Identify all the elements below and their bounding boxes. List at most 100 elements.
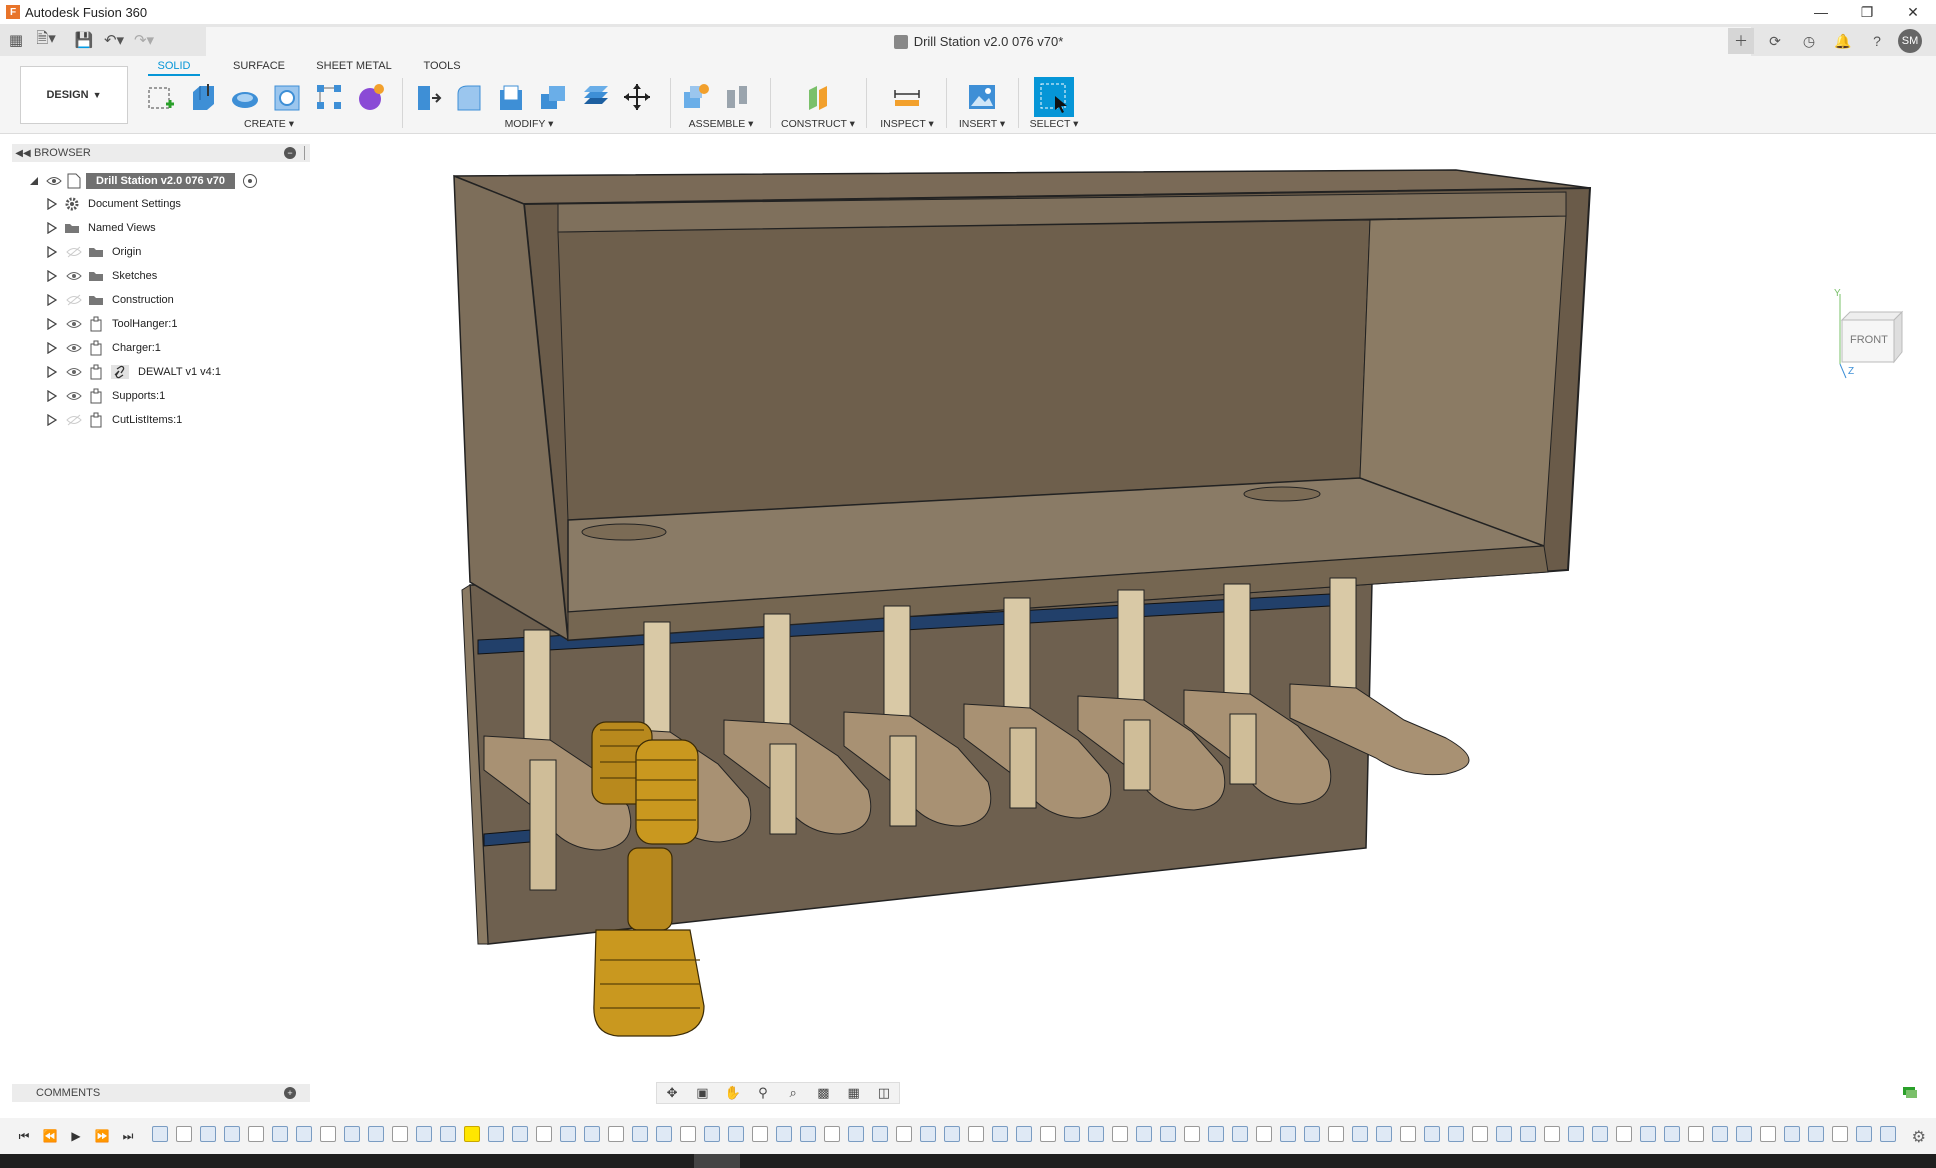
timeline-feature[interactable] (1784, 1126, 1800, 1142)
timeline-feature[interactable] (656, 1126, 672, 1142)
comments-panel-header[interactable]: COMMENTS + (12, 1084, 310, 1102)
timeline-feature[interactable] (392, 1126, 408, 1142)
timeline-feature[interactable] (512, 1126, 528, 1142)
browser-root-row[interactable]: Drill Station v2.0 076 v70 (28, 170, 298, 192)
timeline-feature[interactable] (368, 1126, 384, 1142)
timeline-feature[interactable] (800, 1126, 816, 1142)
extrude-icon[interactable] (186, 80, 220, 114)
timeline-feature[interactable] (296, 1126, 312, 1142)
browser-item[interactable]: Document Settings (28, 192, 298, 216)
timeline-feature[interactable] (248, 1126, 264, 1142)
extensions-icon[interactable]: ⟳ (1762, 28, 1788, 54)
go-to-end-icon[interactable]: ⏭ (116, 1124, 140, 1148)
browser-item[interactable]: DEWALT v1 v4:1 (28, 360, 298, 384)
create-form-icon[interactable] (354, 80, 388, 114)
joint-icon[interactable] (720, 80, 754, 114)
display-settings-icon[interactable]: ▩ (812, 1085, 834, 1101)
timeline-feature[interactable] (992, 1126, 1008, 1142)
timeline-feature[interactable] (920, 1126, 936, 1142)
eye-icon[interactable] (46, 175, 62, 187)
timeline-feature[interactable] (440, 1126, 456, 1142)
fit-icon[interactable]: ⌕ (782, 1085, 804, 1101)
create-menu[interactable]: CREATE ▾ (144, 118, 394, 130)
expand-arrow-icon[interactable] (46, 222, 58, 234)
timeline-feature[interactable] (1448, 1126, 1464, 1142)
notifications-icon[interactable]: 🔔 (1830, 28, 1856, 54)
eye-icon[interactable] (66, 318, 82, 330)
measure-icon[interactable] (890, 80, 924, 114)
timeline-feature[interactable] (752, 1126, 768, 1142)
select-menu[interactable]: SELECT ▾ (1026, 118, 1082, 130)
timeline-feature[interactable] (1856, 1126, 1872, 1142)
eye-icon[interactable] (66, 270, 82, 282)
eye-icon[interactable] (66, 342, 82, 354)
expand-arrow-icon[interactable] (46, 270, 58, 282)
save-icon[interactable]: 💾 (70, 26, 98, 54)
pattern-icon[interactable] (312, 80, 346, 114)
expand-arrow-icon[interactable] (46, 318, 58, 330)
timeline-feature[interactable] (1256, 1126, 1272, 1142)
inspect-menu[interactable]: INSPECT ▾ (874, 118, 940, 130)
timeline-feature[interactable] (1760, 1126, 1776, 1142)
hole-icon[interactable] (270, 80, 304, 114)
eye-hidden-icon[interactable] (66, 246, 82, 258)
timeline-feature[interactable] (1304, 1126, 1320, 1142)
press-pull-icon[interactable] (410, 80, 444, 114)
browser-item[interactable]: CutListItems:1 (28, 408, 298, 432)
workspace-switcher[interactable]: DESIGN ▼ (20, 66, 128, 124)
timeline-feature[interactable] (1160, 1126, 1176, 1142)
viewports-icon[interactable]: ◫ (873, 1085, 895, 1101)
insert-menu[interactable]: INSERT ▾ (954, 118, 1010, 130)
timeline-feature[interactable] (1688, 1126, 1704, 1142)
expand-arrow-icon[interactable] (46, 390, 58, 402)
combine-icon[interactable] (536, 80, 570, 114)
step-back-icon[interactable]: ⏪ (38, 1124, 62, 1148)
collapse-icon[interactable]: ◀◀ (12, 148, 34, 159)
timeline-feature[interactable] (608, 1126, 624, 1142)
timeline-feature[interactable] (824, 1126, 840, 1142)
close-window-button[interactable]: ✕ (1890, 0, 1936, 24)
orbit-icon[interactable]: ✥ (661, 1085, 683, 1101)
split-body-icon[interactable] (578, 80, 612, 114)
timeline-feature[interactable] (704, 1126, 720, 1142)
timeline-settings-gear-icon[interactable]: ⚙ (1912, 1127, 1926, 1147)
timeline-feature[interactable] (1880, 1126, 1896, 1142)
timeline-feature[interactable] (560, 1126, 576, 1142)
view-cube[interactable]: FRONT Y Z (1830, 288, 1910, 380)
timeline-feature[interactable] (536, 1126, 552, 1142)
data-panel-grid-icon[interactable]: ▦ (2, 26, 30, 54)
timeline-feature[interactable] (632, 1126, 648, 1142)
undo-icon[interactable]: ↶▾ (100, 26, 128, 54)
timeline-feature[interactable] (176, 1126, 192, 1142)
activate-target-icon[interactable] (243, 174, 258, 188)
timeline-feature[interactable] (1472, 1126, 1488, 1142)
timeline-feature[interactable] (1736, 1126, 1752, 1142)
expand-arrow-icon[interactable] (46, 414, 58, 426)
zoom-icon[interactable]: ⚲ (752, 1085, 774, 1101)
chat-icon[interactable] (1902, 1086, 1918, 1100)
user-avatar[interactable]: SM (1898, 29, 1922, 53)
browser-item[interactable]: Supports:1 (28, 384, 298, 408)
timeline-feature[interactable] (1520, 1126, 1536, 1142)
timeline-feature[interactable] (1616, 1126, 1632, 1142)
shell-icon[interactable] (494, 80, 528, 114)
timeline-feature[interactable] (1712, 1126, 1728, 1142)
insert-image-icon[interactable] (965, 80, 999, 114)
timeline-feature[interactable] (680, 1126, 696, 1142)
timeline-feature[interactable] (1112, 1126, 1128, 1142)
timeline-feature[interactable] (1400, 1126, 1416, 1142)
select-icon[interactable] (1034, 77, 1074, 117)
timeline-feature[interactable] (1424, 1126, 1440, 1142)
expand-root-icon[interactable] (28, 175, 40, 187)
timeline-feature[interactable] (968, 1126, 984, 1142)
timeline-feature[interactable] (1568, 1126, 1584, 1142)
timeline-feature[interactable] (1184, 1126, 1200, 1142)
timeline-feature[interactable] (1376, 1126, 1392, 1142)
timeline-feature[interactable] (488, 1126, 504, 1142)
new-tab-icon[interactable]: ＋ (1728, 28, 1754, 54)
job-status-icon[interactable]: ◷ (1796, 28, 1822, 54)
expand-arrow-icon[interactable] (46, 198, 58, 210)
document-tab[interactable]: Drill Station v2.0 076 v70* ✕ (206, 27, 1751, 56)
timeline-feature[interactable] (200, 1126, 216, 1142)
timeline-feature[interactable] (1832, 1126, 1848, 1142)
